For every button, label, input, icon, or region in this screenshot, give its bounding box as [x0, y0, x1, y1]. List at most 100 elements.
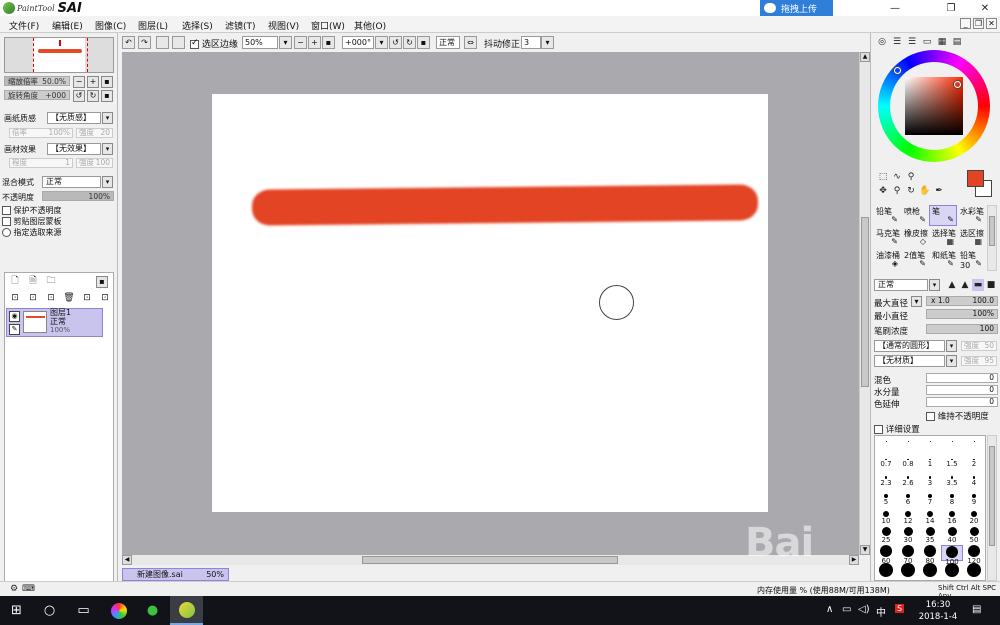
- notification-icon[interactable]: ▤: [972, 604, 981, 615]
- brush-size-cell[interactable]: 0.7: [875, 455, 897, 471]
- brush-size-cell[interactable]: 5: [875, 491, 897, 507]
- brush-shape-triangle-2-icon[interactable]: ▲: [959, 279, 971, 291]
- hsv-slider-tab-icon[interactable]: ☰: [906, 36, 918, 48]
- color-picker-knob[interactable]: [954, 81, 961, 88]
- effect-strength-field[interactable]: 强度 100: [76, 158, 113, 168]
- undo-button[interactable]: ↶: [122, 36, 135, 49]
- brush-size-cell[interactable]: 25: [875, 527, 897, 544]
- brush-size-cell[interactable]: 120: [963, 545, 985, 565]
- scroll-right-button[interactable]: ▶: [849, 555, 859, 565]
- menu-window[interactable]: 窗口(W): [311, 19, 345, 32]
- color-app-button[interactable]: [102, 596, 135, 625]
- scroll-up-button[interactable]: ▲: [860, 52, 870, 62]
- brush-size-cell[interactable]: 14: [919, 509, 941, 525]
- brush-size-cell[interactable]: 35: [919, 527, 941, 544]
- blending-field[interactable]: 0: [926, 373, 998, 383]
- detail-settings-checkbox[interactable]: [874, 425, 883, 434]
- vertical-scroll-thumb[interactable]: [861, 217, 869, 387]
- brush-size-cell[interactable]: 40: [941, 527, 963, 544]
- tray-ime-indicator[interactable]: 中: [876, 604, 886, 619]
- menu-other[interactable]: 其他(O): [354, 19, 386, 32]
- scroll-left-button[interactable]: ◀: [122, 555, 132, 565]
- menu-file[interactable]: 文件(F): [9, 19, 39, 32]
- mdi-close-button[interactable]: ✕: [986, 18, 997, 29]
- selection-source-radio[interactable]: [2, 228, 11, 237]
- brush-size-cell[interactable]: [875, 563, 897, 579]
- brush-marker[interactable]: 马克笔 ✎: [873, 227, 901, 248]
- windows-start-button[interactable]: ⊞: [0, 596, 33, 625]
- deselect-button[interactable]: [156, 36, 169, 49]
- nav-rotate-left-button[interactable]: ↺: [73, 90, 85, 102]
- brush-shape-dropdown-arrow[interactable]: ▾: [946, 340, 957, 352]
- close-button[interactable]: ✕: [970, 0, 1000, 16]
- brush-size-cell[interactable]: 8: [941, 491, 963, 507]
- paper-effect-dropdown[interactable]: 【无效果】: [47, 143, 101, 155]
- zoom-in-button[interactable]: +: [308, 36, 321, 49]
- horizontal-scroll-thumb[interactable]: [362, 556, 618, 564]
- zoom-slider[interactable]: 缩放倍率 50.0%: [4, 76, 70, 86]
- canvas-area[interactable]: [122, 52, 859, 555]
- rotation-field[interactable]: +000°: [342, 36, 374, 49]
- brush-pencil[interactable]: 铅笔 ✎: [873, 205, 901, 226]
- paper-texture-dropdown-arrow[interactable]: ▾: [102, 112, 113, 124]
- menu-image[interactable]: 图像(C): [95, 19, 126, 32]
- blend-mode-dropdown[interactable]: 正常: [42, 176, 101, 188]
- brush-select-eraser[interactable]: 选区擦 ▦: [957, 227, 985, 248]
- menu-edit[interactable]: 编辑(E): [52, 19, 83, 32]
- swatches-tab-icon[interactable]: ▦: [936, 36, 948, 48]
- navigator-preview[interactable]: [4, 37, 114, 73]
- brush-select-pen[interactable]: 选择笔 ▦: [929, 227, 957, 248]
- apply-mask-icon[interactable]: ⊡: [99, 292, 111, 304]
- brush-size-cell[interactable]: 6: [897, 491, 919, 507]
- paper-strength-field[interactable]: 强度 20: [76, 128, 113, 138]
- nav-zoom-out-button[interactable]: −: [73, 76, 85, 88]
- canvas-vertical-scrollbar[interactable]: ▲ ▼: [859, 52, 870, 555]
- merge-down-icon[interactable]: ⊡: [27, 292, 39, 304]
- selection-source-option[interactable]: 指定选取来源: [2, 227, 62, 239]
- brush-size-cell[interactable]: 30: [897, 527, 919, 544]
- nav-zoom-reset-button[interactable]: ▪: [101, 76, 113, 88]
- zoom-field[interactable]: 50%: [242, 36, 278, 49]
- clipping-mask-checkbox[interactable]: [2, 217, 11, 226]
- color-wheel-tab-icon[interactable]: ◎: [876, 36, 888, 48]
- nav-rotate-reset-button[interactable]: ▪: [101, 90, 113, 102]
- menu-layer[interactable]: 图层(L): [138, 19, 168, 32]
- brush-size-cell[interactable]: 10: [875, 509, 897, 525]
- rgb-slider-tab-icon[interactable]: ☰: [891, 36, 903, 48]
- view-mode-field[interactable]: 正常: [436, 36, 460, 49]
- brush-size-cell[interactable]: [897, 563, 919, 579]
- zoom-out-button[interactable]: −: [294, 36, 307, 49]
- menu-view[interactable]: 视图(V): [268, 19, 299, 32]
- selection-edge-toggle[interactable]: 选区边缘: [190, 37, 238, 50]
- blend-mode-dropdown-arrow[interactable]: ▾: [102, 176, 113, 188]
- brush-texture-dropdown-arrow[interactable]: ▾: [946, 355, 957, 367]
- scroll-down-button[interactable]: ▼: [860, 545, 870, 555]
- brush-size-cell[interactable]: 0.8: [897, 455, 919, 471]
- brush-size-cell[interactable]: [941, 563, 963, 579]
- brush-size-cell[interactable]: 12: [897, 509, 919, 525]
- rotate-reset-button[interactable]: ▪: [417, 36, 430, 49]
- brush-size-cell[interactable]: [919, 437, 941, 453]
- paper-texture-dropdown[interactable]: 【无质感】: [47, 112, 101, 124]
- brush-pen[interactable]: 笔 ✎: [929, 205, 957, 226]
- edit-pen-icon[interactable]: ✎: [9, 324, 20, 335]
- flip-button[interactable]: ⇔: [464, 36, 477, 49]
- brush-size-cell[interactable]: 3.5: [941, 473, 963, 489]
- maximize-button[interactable]: ❐: [936, 0, 966, 16]
- zoom-dropdown-button[interactable]: ▾: [279, 36, 292, 49]
- minimize-button[interactable]: —: [880, 0, 910, 16]
- brush-blend-mode-dropdown[interactable]: 正常: [874, 279, 928, 291]
- stabilizer-field[interactable]: 3: [521, 36, 541, 49]
- redo-button[interactable]: ↷: [138, 36, 151, 49]
- brush-size-cell[interactable]: 1.5: [941, 455, 963, 471]
- eyedropper-icon[interactable]: ✒: [933, 185, 945, 197]
- brush-size-cell[interactable]: 100: [941, 545, 963, 566]
- brush-blend-mode-arrow[interactable]: ▾: [929, 279, 940, 291]
- visibility-eye-icon[interactable]: ◉: [9, 311, 20, 322]
- persistence-field[interactable]: 0: [926, 397, 998, 407]
- foreground-color-swatch[interactable]: [967, 170, 984, 187]
- brush-size-cell[interactable]: [963, 437, 985, 453]
- canvas-paper[interactable]: [212, 94, 768, 512]
- delete-layer-icon[interactable]: 🗑: [63, 292, 75, 304]
- brush-size-cell[interactable]: 20: [963, 509, 985, 525]
